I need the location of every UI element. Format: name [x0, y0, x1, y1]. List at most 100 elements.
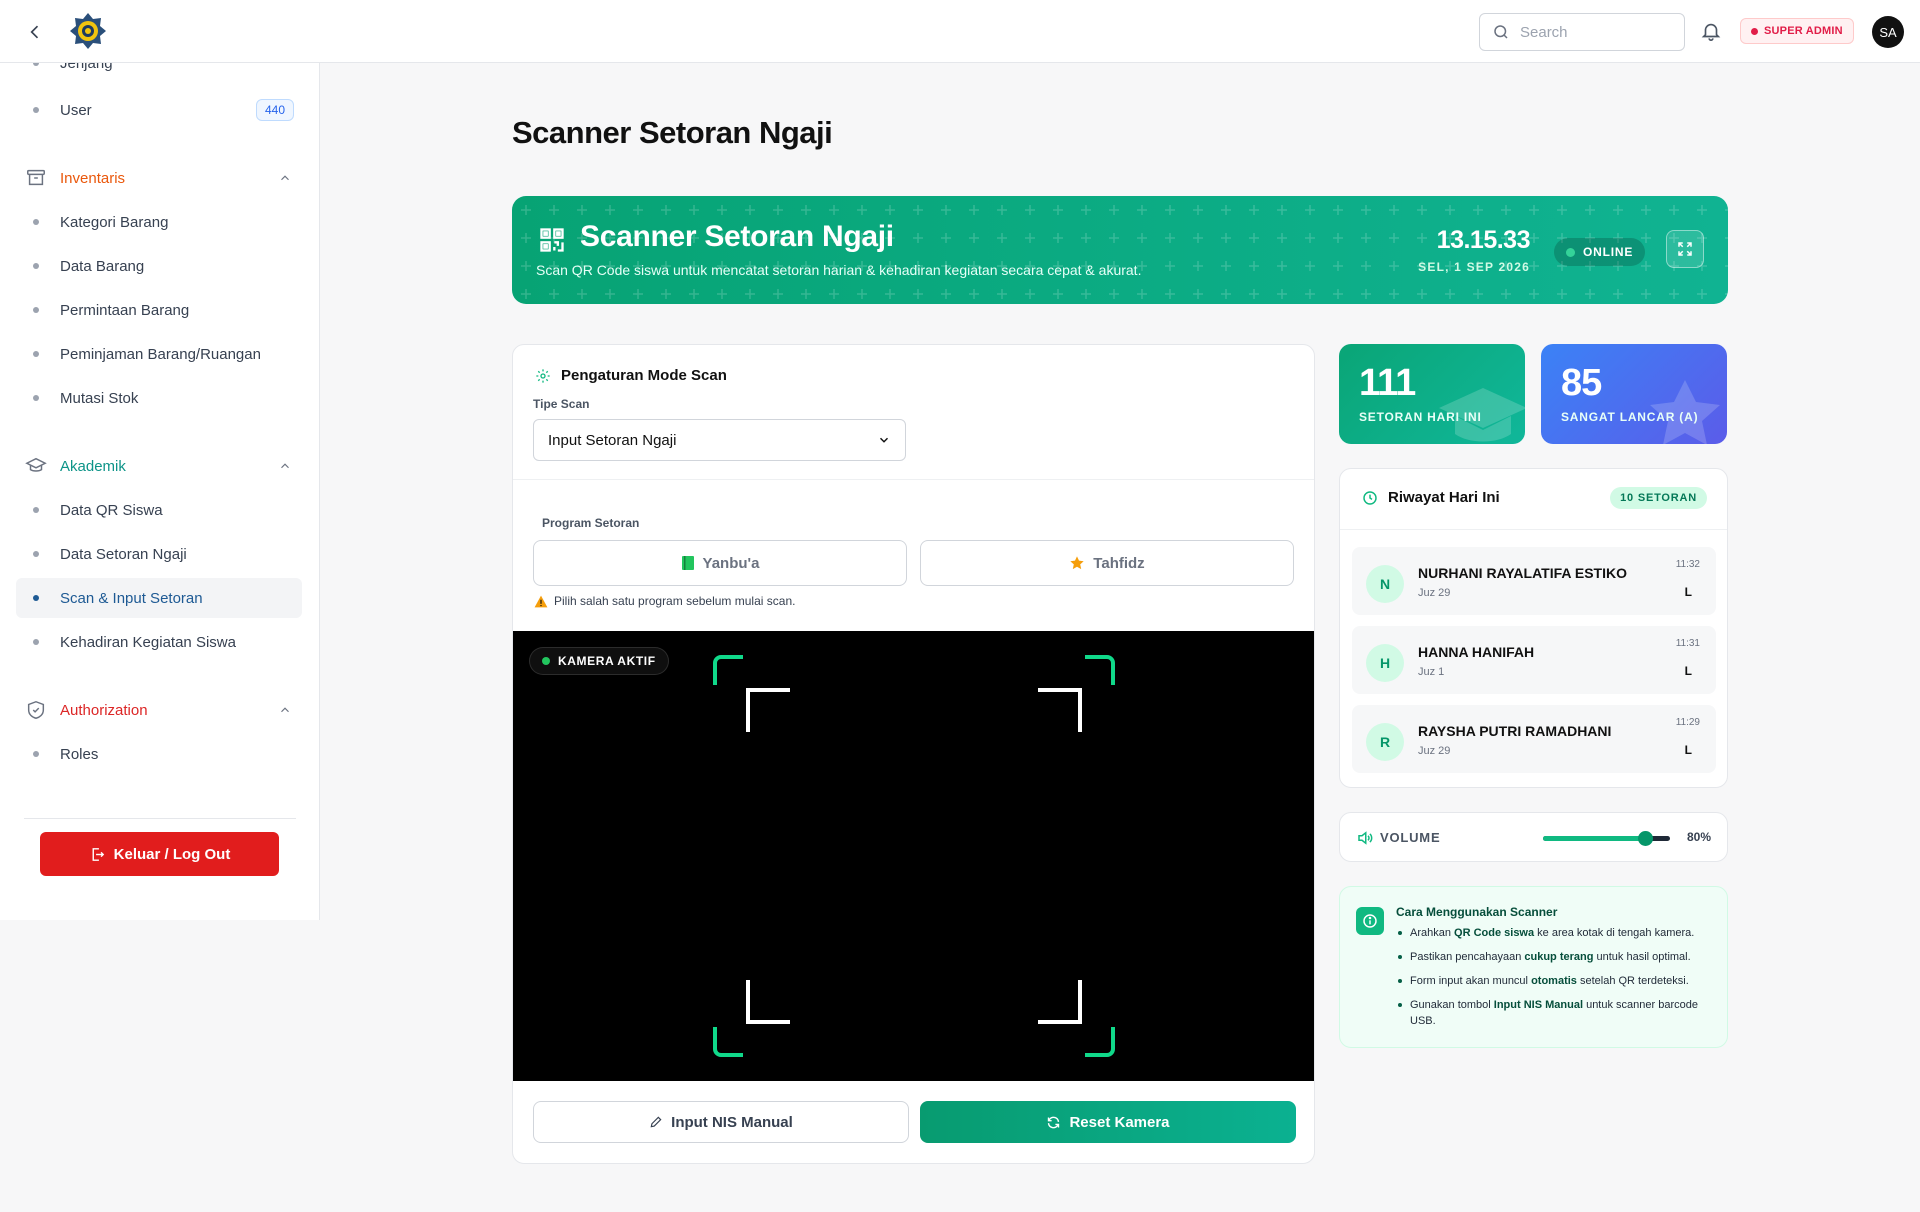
- sidebar-item-user[interactable]: User 440: [16, 90, 302, 130]
- step-text: Form input akan muncul: [1410, 975, 1532, 987]
- bullet-dot: [33, 107, 39, 113]
- history-row[interactable]: N NURHANI RAYALATIFA ESTIKO Juz 29 11:32…: [1352, 547, 1716, 615]
- volume-slider-handle[interactable]: [1637, 831, 1653, 846]
- app-logo[interactable]: [68, 11, 108, 51]
- scan-type-select[interactable]: Input Setoran Ngaji: [533, 419, 906, 461]
- bullet-dot: [33, 63, 39, 66]
- sidebar-item-data-qr-siswa[interactable]: Data QR Siswa: [16, 490, 302, 530]
- sidebar-item-data-setoran-ngaji[interactable]: Data Setoran Ngaji: [16, 534, 302, 574]
- user-avatar[interactable]: SA: [1872, 16, 1904, 48]
- record-grade: L: [1684, 743, 1692, 757]
- step-text: Pastikan pencahayaan: [1410, 951, 1525, 963]
- logout-icon: [92, 847, 104, 861]
- pencil-icon: [650, 1116, 662, 1128]
- section-label: Authorization: [60, 701, 148, 719]
- sidebar-item-permintaan-barang[interactable]: Permintaan Barang: [16, 290, 302, 330]
- bullet-dot: [33, 351, 39, 357]
- bullet-dot: [33, 307, 39, 313]
- book-icon: [681, 556, 694, 570]
- sidebar-item-roles[interactable]: Roles: [16, 734, 302, 774]
- stat-card-setoran-hari-ini: 111 SETORAN HARI INI: [1339, 344, 1525, 444]
- student-avatar: N: [1366, 565, 1404, 603]
- archive-box-icon: [27, 169, 45, 186]
- sidebar: Jenjang User 440 Inventaris Kategori Bar…: [0, 63, 320, 920]
- scanner-hero-banner: Scanner Setoran Ngaji Scan QR Code siswa…: [512, 196, 1728, 304]
- fullscreen-button[interactable]: [1666, 230, 1704, 268]
- sidebar-item-label: Data QR Siswa: [60, 501, 163, 519]
- volume-fill: [1543, 836, 1645, 841]
- clock-icon: [1363, 490, 1377, 505]
- history-row[interactable]: H HANNA HANIFAH Juz 1 11:31 L: [1352, 626, 1716, 694]
- stat-label: SANGAT LANCAR (A): [1561, 410, 1699, 424]
- search-input[interactable]: [1520, 23, 1660, 41]
- logout-label: Keluar / Log Out: [113, 845, 231, 863]
- camera-viewport[interactable]: KAMERA AKTIF: [513, 631, 1314, 1081]
- student-avatar: H: [1366, 644, 1404, 682]
- sidebar-item-label: Jenjang: [60, 63, 113, 72]
- logout-button[interactable]: Keluar / Log Out: [40, 832, 279, 876]
- bullet-dot: [33, 751, 39, 757]
- sidebar-section-authorization[interactable]: Authorization: [16, 690, 302, 730]
- step-emphasis: otomatis: [1531, 975, 1577, 987]
- input-nis-manual-button[interactable]: Input NIS Manual: [533, 1101, 909, 1143]
- heading-label: Pengaturan Mode Scan: [561, 367, 727, 384]
- warning-icon: [534, 595, 548, 607]
- bullet-dot: [33, 219, 39, 225]
- howto-list: Arahkan QR Code siswa ke area kotak di t…: [1396, 925, 1716, 1037]
- stat-label: SETORAN HARI INI: [1359, 410, 1482, 424]
- notification-button[interactable]: [1700, 20, 1724, 44]
- sidebar-item-label: User: [60, 101, 92, 119]
- scan-type-label: Tipe Scan: [533, 397, 590, 411]
- stat-card-sangat-lancar: 85 SANGAT LANCAR (A): [1541, 344, 1727, 444]
- back-button[interactable]: [22, 19, 48, 45]
- record-time: 11:32: [1675, 559, 1700, 570]
- search-icon: [1494, 25, 1508, 39]
- sidebar-item-data-barang[interactable]: Data Barang: [16, 246, 302, 286]
- sidebar-item-kehadiran-kegiatan[interactable]: Kehadiran Kegiatan Siswa: [16, 622, 302, 662]
- button-label: Input NIS Manual: [671, 1113, 793, 1131]
- student-juz: Juz 29: [1418, 587, 1451, 599]
- online-status-badge: ONLINE: [1554, 238, 1646, 266]
- howto-title: Cara Menggunakan Scanner: [1396, 905, 1558, 919]
- program-yanbua-button[interactable]: Yanbu'a: [533, 540, 907, 586]
- sidebar-item-label: Peminjaman Barang/Ruangan: [60, 345, 261, 363]
- program-tahfidz-button[interactable]: Tahfidz: [920, 540, 1294, 586]
- sidebar-item-scan-input-setoran[interactable]: Scan & Input Setoran: [16, 578, 302, 618]
- user-count-badge: 440: [255, 99, 294, 121]
- chevron-up-icon: [281, 463, 289, 469]
- sidebar-item-peminjaman[interactable]: Peminjaman Barang/Ruangan: [16, 334, 302, 374]
- student-name: NURHANI RAYALATIFA ESTIKO: [1418, 565, 1627, 581]
- step-text: setelah QR terdeteksi.: [1576, 975, 1689, 987]
- history-row[interactable]: R RAYSHA PUTRI RAMADHANI Juz 29 11:29 L: [1352, 705, 1716, 773]
- scan-target-frame: [713, 655, 1115, 1057]
- chevron-up-icon: [281, 707, 289, 713]
- reset-camera-button[interactable]: Reset Kamera: [920, 1101, 1296, 1143]
- sidebar-item-kategori-barang[interactable]: Kategori Barang: [16, 202, 302, 242]
- sidebar-item-jenjang[interactable]: Jenjang: [16, 63, 302, 83]
- program-warning: Pilih salah satu program sebelum mulai s…: [534, 594, 795, 608]
- section-label: Akademik: [60, 457, 126, 475]
- sidebar-item-label: Data Setoran Ngaji: [60, 545, 187, 563]
- sidebar-section-inventaris[interactable]: Inventaris: [16, 158, 302, 198]
- refresh-icon: [1048, 1116, 1060, 1128]
- divider: [1340, 529, 1727, 530]
- program-label: Tahfidz: [1093, 554, 1145, 572]
- step-emphasis: Input NIS Manual: [1493, 999, 1584, 1011]
- record-time: 11:29: [1675, 717, 1700, 728]
- record-grade: L: [1684, 664, 1692, 678]
- camera-active-badge: KAMERA AKTIF: [529, 647, 669, 675]
- sidebar-item-mutasi-stok[interactable]: Mutasi Stok: [16, 378, 302, 418]
- sidebar-section-akademik[interactable]: Akademik: [16, 446, 302, 486]
- student-juz: Juz 1: [1418, 666, 1445, 678]
- chevron-down-icon: [879, 437, 889, 443]
- record-time: 11:31: [1675, 638, 1700, 649]
- bullet-dot: [33, 263, 39, 269]
- sidebar-item-label: Mutasi Stok: [60, 389, 139, 407]
- volume-value: 80%: [1686, 830, 1711, 844]
- volume-slider[interactable]: [1543, 831, 1670, 846]
- sidebar-item-label: Roles: [60, 745, 99, 763]
- sidebar-divider: [24, 818, 296, 819]
- role-badge: SUPER ADMIN: [1740, 18, 1854, 44]
- star-icon: [1070, 556, 1084, 570]
- search-box[interactable]: [1479, 13, 1685, 51]
